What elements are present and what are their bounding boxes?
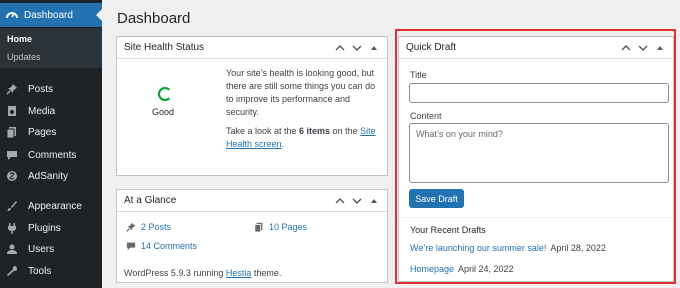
collapse-toggle-icon[interactable] (368, 42, 379, 53)
sidebar-item-label: Media (28, 105, 56, 117)
at-a-glance-widget: At a Glance 2 Posts 10 Pages 14 Comments… (116, 189, 388, 283)
move-down-icon[interactable] (351, 42, 362, 53)
glance-comments-label: 14 Comments (141, 241, 198, 251)
submenu-item-home[interactable]: Home (7, 34, 32, 44)
divider (399, 217, 673, 218)
title-field-label: Title (410, 70, 427, 80)
sidebar-item-comments[interactable]: Comments (0, 145, 102, 165)
draft-date: April 24, 2022 (458, 264, 514, 274)
version-prefix: WordPress 5.9.3 running (124, 268, 226, 278)
pages-icon (254, 222, 264, 232)
page-title: Dashboard (117, 10, 191, 27)
sidebar-item-users[interactable]: Users (0, 239, 102, 259)
sidebar-item-label: Comments (28, 149, 77, 161)
draft-title-input[interactable] (409, 83, 669, 103)
health-look-text: Take a look at the 6 items on the Site H… (226, 125, 378, 151)
draft-date: April 28, 2022 (550, 243, 606, 253)
glance-posts-link[interactable]: 2 Posts (126, 222, 171, 232)
draft-content-textarea[interactable]: What’s on your mind? (409, 123, 669, 183)
move-up-icon[interactable] (334, 42, 345, 53)
version-suffix: theme. (251, 268, 282, 278)
quick-draft-widget: Quick Draft Title Content What’s on your… (398, 36, 674, 282)
comments-icon (126, 241, 136, 251)
widget-title: At a Glance (124, 195, 177, 206)
wordpress-version-text: WordPress 5.9.3 running Hestia theme. (124, 268, 281, 278)
dashboard-submenu: Home Updates (0, 28, 102, 68)
widget-controls (334, 42, 379, 53)
move-down-icon[interactable] (637, 42, 648, 53)
look-prefix: Take a look at the (226, 126, 300, 136)
submenu-item-updates[interactable]: Updates (7, 52, 41, 62)
site-health-widget: Site Health Status Good Your site’s heal… (116, 36, 388, 176)
widget-header: Site Health Status (117, 37, 387, 59)
save-draft-button[interactable]: Save Draft (409, 189, 464, 208)
draft-title-link[interactable]: We’re launching our summer sale! (410, 243, 546, 253)
look-mid: on the (330, 126, 361, 136)
widget-title: Quick Draft (406, 42, 457, 53)
user-icon (6, 243, 18, 255)
move-up-icon[interactable] (334, 195, 345, 206)
move-up-icon[interactable] (620, 42, 631, 53)
widget-controls (334, 195, 379, 206)
collapse-toggle-icon[interactable] (654, 42, 665, 53)
admin-sidebar: Dashboard Home Updates Posts Media Pages… (0, 0, 102, 288)
sidebar-item-dashboard[interactable]: Dashboard (0, 3, 102, 27)
theme-link[interactable]: Hestia (226, 268, 252, 278)
adsanity-icon (6, 170, 18, 182)
glance-pages-label: 10 Pages (269, 222, 308, 232)
widget-title: Site Health Status (124, 42, 205, 53)
sidebar-item-adsanity[interactable]: AdSanity (0, 166, 102, 186)
glance-posts-label: 2 Posts (141, 222, 172, 232)
sidebar-item-label: Dashboard (24, 9, 73, 21)
dashboard-icon (6, 12, 18, 19)
list-item: Homepage April 24, 2022 (410, 264, 514, 274)
health-message: Your site’s health is looking good, but … (226, 68, 376, 117)
pages-icon (6, 126, 18, 138)
sidebar-item-label: Posts (28, 83, 54, 95)
sidebar-item-pages[interactable]: Pages (0, 122, 102, 142)
draft-title-link[interactable]: Homepage (410, 264, 454, 274)
recent-drafts-heading: Your Recent Drafts (410, 225, 486, 235)
sidebar-item-label: Tools (28, 265, 52, 277)
content-field-label: Content (410, 111, 442, 121)
glance-pages-link[interactable]: 10 Pages (254, 222, 307, 232)
sidebar-item-label: Plugins (28, 222, 61, 234)
health-status-label: Good (152, 107, 175, 117)
glance-comments-link[interactable]: 14 Comments (126, 241, 197, 251)
list-item: We’re launching our summer sale! April 28… (410, 243, 606, 253)
comments-icon (6, 149, 18, 161)
items-count: 6 items (299, 126, 331, 136)
sidebar-item-label: Users (28, 243, 55, 255)
plug-icon (6, 222, 18, 234)
widget-header: Quick Draft (399, 37, 673, 59)
wrench-icon (6, 265, 18, 277)
collapse-toggle-icon[interactable] (368, 195, 379, 206)
sidebar-item-appearance[interactable]: Appearance (0, 196, 102, 216)
widget-header: At a Glance (117, 190, 387, 212)
brush-icon (6, 200, 18, 212)
sidebar-item-plugins[interactable]: Plugins (0, 218, 102, 238)
look-suffix: . (281, 139, 285, 149)
current-menu-arrow (96, 9, 102, 21)
sidebar-item-label: Pages (28, 126, 57, 138)
media-icon (6, 105, 18, 117)
sidebar-item-label: Appearance (28, 200, 82, 212)
sidebar-item-label: AdSanity (28, 170, 69, 182)
sidebar-item-tools[interactable]: Tools (0, 261, 102, 281)
move-down-icon[interactable] (351, 195, 362, 206)
sidebar-item-posts[interactable]: Posts (0, 79, 102, 99)
health-status-indicator (158, 87, 172, 101)
pin-icon (6, 83, 18, 95)
sidebar-item-media[interactable]: Media (0, 101, 102, 121)
pin-icon (126, 222, 136, 232)
widget-controls (620, 42, 665, 53)
